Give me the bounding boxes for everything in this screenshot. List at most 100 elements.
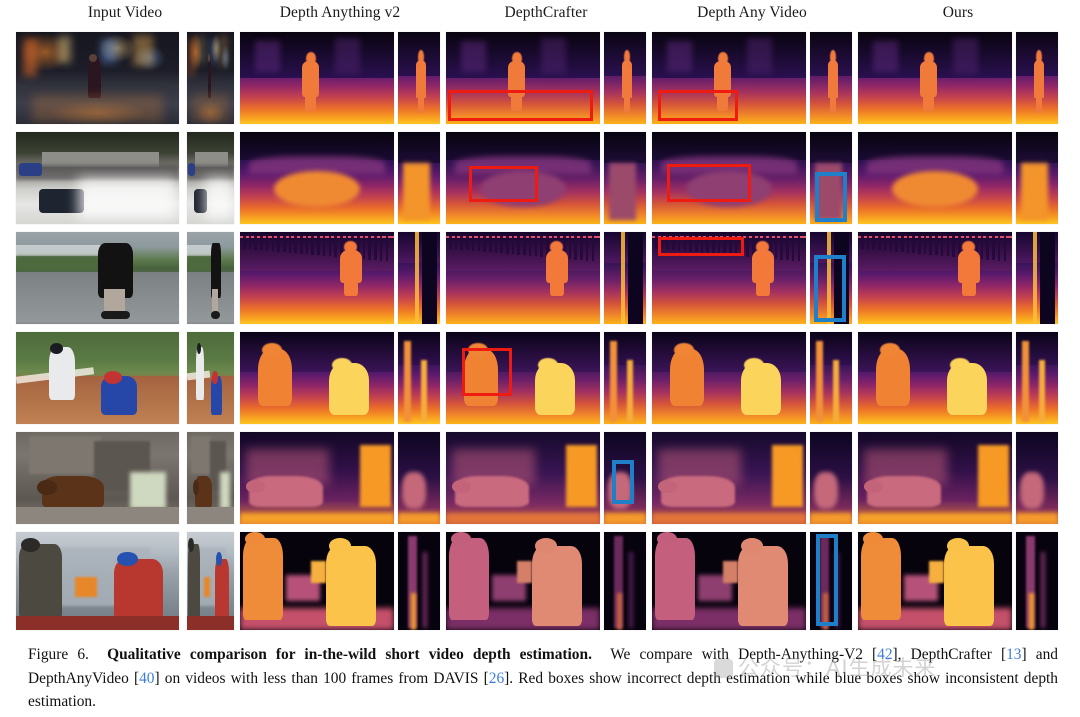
depth-region: [535, 537, 557, 554]
depth-region: [446, 512, 600, 524]
depth-region: [188, 537, 195, 552]
depth-region: [133, 34, 153, 67]
depth-region: [864, 479, 883, 493]
depth-region: [912, 235, 915, 254]
depth-region: [246, 479, 265, 493]
depth-region: [655, 235, 658, 249]
depth-region: [402, 472, 426, 510]
depth-region: [928, 561, 945, 583]
panel-strip-row-snow-truck-column-input-video: [187, 132, 234, 224]
panel-strip-row-night-street-column-input-video: [187, 32, 234, 124]
cell-row-bear-column-depth-anything-v2: [240, 432, 440, 524]
depth-region: [450, 532, 471, 546]
depth-region: [810, 512, 852, 524]
depth-region: [260, 235, 263, 251]
column-header-depth-anything-v2: Depth Anything v2: [279, 4, 401, 21]
panel-strip-row-baseball-column-depthcrafter: [604, 332, 646, 424]
column-header-depth-any-video: Depth Any Video: [697, 4, 807, 21]
depth-region: [32, 94, 163, 123]
panel-strip-row-baseball-column-depth-anything-v2: [398, 332, 440, 424]
panel-wide-row-snow-truck-column-input-video: [16, 132, 179, 224]
depth-region: [199, 35, 203, 64]
panel-wide-row-night-street-column-depthcrafter: [446, 32, 600, 124]
depth-region: [652, 512, 806, 524]
depth-region: [244, 532, 265, 546]
panel-strip-row-snow-truck-column-depth-anything-v2: [398, 132, 440, 224]
column-header-row: Input Video Depth Anything v2 DepthCraft…: [0, 0, 1080, 28]
depth-region: [212, 289, 219, 313]
depth-region: [620, 232, 625, 324]
panel-strip-row-baseball-column-depth-any-video: [810, 332, 852, 424]
citation-40[interactable]: 40: [139, 670, 154, 687]
depth-region: [700, 235, 704, 253]
depth-region: [187, 132, 234, 155]
depth-region: [196, 346, 204, 401]
panel-strip-row-night-street-column-ours: [1016, 32, 1058, 124]
panel-wide-row-bear-column-input-video: [16, 432, 179, 524]
figure-number: Figure 6.: [28, 646, 89, 663]
depth-region: [20, 537, 41, 552]
depth-region: [992, 235, 995, 261]
depth-region: [240, 512, 394, 524]
depth-region: [196, 343, 201, 355]
depth-region: [335, 37, 361, 75]
depth-region: [670, 348, 705, 406]
citation-26[interactable]: 26: [489, 670, 504, 687]
depth-region: [717, 235, 721, 255]
depth-region: [712, 235, 715, 254]
depth-region: [360, 444, 391, 508]
depth-region: [460, 235, 464, 250]
depth-region: [212, 370, 218, 384]
panel-wide-row-bear-column-depth-anything-v2: [240, 432, 394, 524]
depth-region: [585, 235, 589, 261]
depth-region: [1016, 512, 1058, 524]
depth-region: [494, 235, 498, 253]
depth-region: [1032, 232, 1037, 324]
depth-region: [420, 359, 427, 423]
depth-region: [906, 235, 910, 253]
depth-blob: [879, 343, 900, 357]
depth-region: [616, 592, 622, 630]
depth-region: [104, 289, 126, 313]
panel-strip-row-bridge-rider-column-depth-any-video: [810, 232, 852, 324]
depth-region: [738, 545, 788, 627]
cell-row-night-street-column-ours: [858, 32, 1058, 124]
citation-13[interactable]: 13: [1006, 646, 1021, 663]
column-header-input-video: Input Video: [87, 4, 163, 21]
comparison-grid: [0, 27, 1080, 635]
depth-region: [288, 235, 292, 253]
panel-strip-row-night-street-column-depth-any-video: [810, 32, 852, 124]
depth-region: [343, 278, 358, 297]
citation-42[interactable]: 42: [877, 646, 892, 663]
depth-region: [677, 235, 681, 251]
depth-region: [187, 616, 234, 630]
depth-region: [722, 561, 739, 583]
depth-region: [334, 235, 337, 257]
depth-region: [374, 235, 377, 261]
depth-region: [322, 235, 326, 256]
panel-wide-row-night-street-column-depth-anything-v2: [240, 32, 394, 124]
depth-region: [410, 592, 416, 630]
panel-wide-row-bridge-rider-column-depthcrafter: [446, 232, 600, 324]
depth-region: [362, 235, 366, 260]
depth-region: [689, 235, 692, 252]
depth-region: [604, 512, 646, 524]
depth-region: [305, 92, 317, 111]
panel-wide-row-night-street-column-ours: [858, 32, 1012, 124]
depth-region: [810, 132, 852, 164]
panel-strip-row-bear-column-depthcrafter: [604, 432, 646, 524]
depth-region: [791, 235, 795, 261]
depth-region: [187, 163, 195, 177]
depth-region: [858, 512, 1012, 524]
cell-row-baseball-column-ours: [858, 332, 1058, 424]
panel-wide-row-night-street-column-input-video: [16, 32, 179, 124]
depth-region: [889, 235, 893, 252]
figure-title: Qualitative comparison for in-the-wild s…: [107, 646, 592, 663]
depth-region: [248, 235, 252, 250]
depth-region: [483, 235, 486, 252]
depth-region: [528, 235, 532, 256]
depth-region: [449, 537, 490, 621]
depth-region: [541, 37, 567, 75]
depth-region: [940, 235, 944, 256]
depth-region: [385, 235, 389, 262]
